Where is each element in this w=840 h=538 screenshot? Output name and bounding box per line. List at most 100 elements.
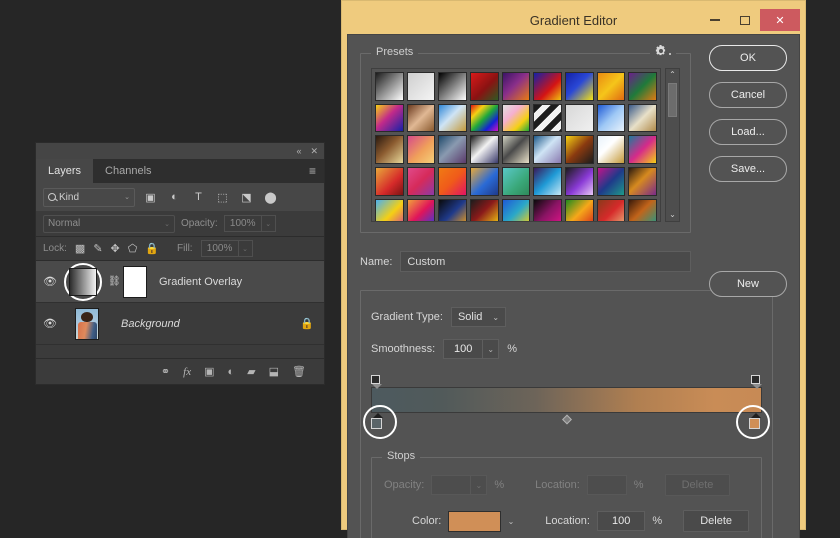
save-button[interactable]: Save... bbox=[709, 156, 787, 182]
gradient-preset-swatch[interactable] bbox=[565, 135, 594, 165]
fill-stepper-icon[interactable]: ⌄ bbox=[238, 240, 253, 257]
layer-thumbnail-gradient[interactable] bbox=[69, 267, 97, 296]
new-group-icon[interactable]: ▰ bbox=[247, 365, 255, 378]
filter-kind-select[interactable]: Kind ⌄ bbox=[43, 187, 135, 207]
gradient-preset-swatch[interactable] bbox=[438, 167, 468, 196]
gradient-preset-swatch[interactable] bbox=[470, 103, 499, 133]
gradient-preset-swatch[interactable] bbox=[596, 72, 626, 101]
gradient-preset-swatch[interactable] bbox=[501, 135, 531, 165]
add-mask-icon[interactable]: ▣ bbox=[204, 365, 214, 378]
gradient-preset-swatch[interactable] bbox=[470, 135, 499, 165]
adjustment-filter-icon[interactable]: ◐ bbox=[166, 189, 183, 206]
scroll-up-icon[interactable]: ⌃ bbox=[669, 71, 676, 79]
link-mask-icon[interactable]: ⛓ bbox=[108, 276, 121, 287]
name-input[interactable]: Custom bbox=[400, 251, 691, 272]
opacity-stop-end[interactable] bbox=[751, 375, 762, 389]
stop-color-swatch[interactable] bbox=[448, 510, 501, 532]
layer-style-fx-icon[interactable]: fx bbox=[183, 366, 191, 378]
gradient-preset-swatch[interactable] bbox=[375, 167, 404, 196]
gradient-preset-swatch[interactable] bbox=[438, 72, 468, 101]
gradient-preset-swatch[interactable] bbox=[565, 103, 594, 133]
gradient-preset-swatch[interactable] bbox=[406, 135, 436, 165]
color-stops-track[interactable] bbox=[371, 413, 762, 429]
close-panel-icon[interactable]: ✕ bbox=[310, 146, 318, 156]
gradient-preset-swatch[interactable] bbox=[533, 72, 563, 101]
gradient-preset-swatch[interactable] bbox=[565, 72, 594, 101]
stop-opacity-stepper-icon[interactable]: ⌄ bbox=[471, 475, 488, 495]
lock-image-icon[interactable]: ✎ bbox=[93, 242, 102, 255]
gradient-preset-swatch[interactable] bbox=[501, 72, 531, 101]
blend-mode-select[interactable]: Normal ⌄ bbox=[43, 214, 175, 233]
scrollbar-thumb[interactable] bbox=[668, 83, 677, 117]
presets-scrollbar[interactable]: ⌃ ⌄ bbox=[665, 68, 680, 222]
panel-menu-icon[interactable]: ≡ bbox=[301, 159, 324, 183]
gradient-preset-swatch[interactable] bbox=[596, 198, 626, 221]
cancel-button[interactable]: Cancel bbox=[709, 82, 787, 108]
stop-color-location-input[interactable]: 100 bbox=[596, 511, 646, 531]
opacity-stops-track[interactable] bbox=[371, 375, 762, 389]
gradient-preset-swatch[interactable] bbox=[533, 103, 563, 133]
presets-options-button[interactable] bbox=[650, 45, 676, 56]
gradient-preset-swatch[interactable] bbox=[628, 135, 658, 165]
color-stop-start[interactable] bbox=[371, 413, 384, 429]
gradient-preset-swatch[interactable] bbox=[438, 103, 468, 133]
gradient-preset-swatch[interactable] bbox=[628, 103, 658, 133]
gradient-preset-swatch[interactable] bbox=[533, 135, 563, 165]
table-row[interactable]: 👁 ⛓ Gradient Overlay bbox=[36, 261, 324, 303]
table-row[interactable]: 👁 Background 🔒 bbox=[36, 303, 324, 345]
gradient-preset-swatch[interactable] bbox=[438, 135, 468, 165]
lock-position-icon[interactable]: ✥ bbox=[111, 242, 120, 255]
lock-transparency-icon[interactable]: ▩ bbox=[75, 242, 85, 255]
gradient-preset-swatch[interactable] bbox=[628, 167, 658, 196]
gradient-preset-swatch[interactable] bbox=[438, 198, 468, 221]
fill-input[interactable]: 100% bbox=[200, 240, 239, 257]
delete-color-stop-button[interactable]: Delete bbox=[683, 510, 749, 532]
gradient-preset-swatch[interactable] bbox=[375, 103, 404, 133]
delete-opacity-stop-button[interactable]: Delete bbox=[664, 474, 731, 496]
gradient-preset-swatch[interactable] bbox=[501, 103, 531, 133]
gradient-preset-swatch[interactable] bbox=[565, 198, 594, 221]
layer-mask-thumbnail[interactable] bbox=[123, 265, 147, 298]
gradient-preview-bar[interactable] bbox=[371, 387, 762, 413]
dialog-titlebar[interactable]: Gradient Editor ✕ bbox=[347, 6, 800, 34]
filter-toggle-icon[interactable]: ⬤ bbox=[262, 189, 279, 206]
collapse-panel-icon[interactable]: « bbox=[296, 146, 301, 156]
gradient-preset-swatch[interactable] bbox=[501, 167, 531, 196]
gradient-preset-swatch[interactable] bbox=[533, 198, 563, 221]
load-button[interactable]: Load... bbox=[709, 119, 787, 145]
gradient-preset-swatch[interactable] bbox=[501, 198, 531, 221]
link-layers-icon[interactable]: ⚭ bbox=[161, 365, 170, 378]
image-filter-icon[interactable]: ▣ bbox=[142, 189, 159, 206]
tab-layers[interactable]: Layers bbox=[36, 159, 94, 183]
gradient-preset-swatch[interactable] bbox=[628, 72, 658, 101]
layer-visibility-icon[interactable]: 👁 bbox=[42, 317, 58, 330]
lock-all-icon[interactable]: 🔒 bbox=[145, 242, 159, 255]
layer-visibility-icon[interactable]: 👁 bbox=[42, 275, 58, 288]
smoothness-stepper-icon[interactable]: ⌄ bbox=[483, 339, 500, 359]
color-stop-end[interactable] bbox=[749, 413, 762, 429]
ok-button[interactable]: OK bbox=[709, 45, 787, 71]
gradient-preset-swatch[interactable] bbox=[565, 167, 594, 196]
delete-layer-icon[interactable]: 🗑 bbox=[292, 365, 306, 378]
smoothness-input[interactable]: 100 bbox=[443, 339, 484, 359]
chevron-down-icon[interactable]: ⌄ bbox=[508, 517, 515, 526]
stop-opacity-location-input[interactable] bbox=[586, 475, 627, 495]
layer-thumbnail-photo[interactable] bbox=[75, 307, 99, 340]
opacity-stop-start[interactable] bbox=[371, 375, 382, 389]
gradient-preset-swatch[interactable] bbox=[533, 167, 563, 196]
new-layer-icon[interactable]: ⬓ bbox=[269, 365, 279, 378]
stop-opacity-input[interactable] bbox=[431, 475, 472, 495]
new-preset-button[interactable]: New bbox=[709, 271, 787, 297]
tab-channels[interactable]: Channels bbox=[93, 159, 163, 183]
gradient-preset-swatch[interactable] bbox=[628, 198, 658, 221]
gradient-preset-swatch[interactable] bbox=[406, 72, 436, 101]
gradient-preset-swatch[interactable] bbox=[596, 103, 626, 133]
gradient-preset-swatch[interactable] bbox=[375, 198, 404, 221]
gradient-preset-swatch[interactable] bbox=[470, 198, 499, 221]
smart-object-filter-icon[interactable]: ⬔ bbox=[238, 189, 255, 206]
gradient-preset-swatch[interactable] bbox=[470, 167, 499, 196]
opacity-input[interactable]: 100% bbox=[223, 215, 262, 232]
gradient-type-select[interactable]: Solid ⌄ bbox=[450, 307, 507, 327]
lock-artboard-icon[interactable]: ⬠ bbox=[128, 242, 138, 255]
shape-filter-icon[interactable]: ⬚ bbox=[214, 189, 231, 206]
